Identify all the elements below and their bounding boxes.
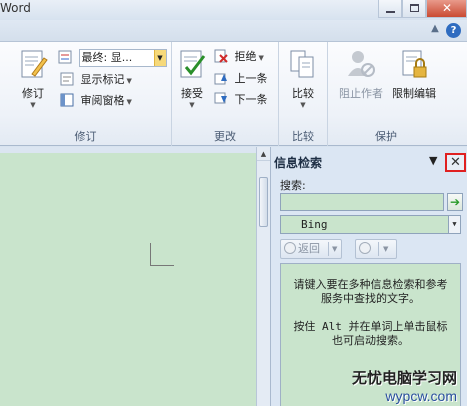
vertical-scrollbar[interactable]: ▲ (256, 147, 270, 406)
pane-options-icon[interactable]: ▼ (429, 154, 437, 167)
changes-group: 接受 ▼ 拒绝 ▼ 上一条 下一条 更改 (172, 42, 279, 146)
accept-icon (180, 50, 206, 78)
changes-group-label: 更改 (214, 130, 236, 143)
restrict-editing-icon (402, 50, 427, 78)
display-for-review-row: 最终: 显... ▼ (58, 48, 167, 68)
protect-group: 阻止作者 限制编辑 保护 (328, 42, 444, 146)
minimize-ribbon-icon[interactable]: ▲ (428, 23, 442, 37)
reference-source-select[interactable]: Bing ▼ (280, 215, 461, 234)
split-divider (378, 242, 379, 256)
search-input[interactable] (280, 193, 444, 211)
scroll-thumb[interactable] (259, 177, 268, 227)
chevron-down-icon: ▼ (126, 98, 132, 106)
next-change-label: 下一条 (234, 93, 268, 106)
accept-button[interactable]: 接受 ▼ (174, 46, 210, 116)
chevron-down-icon[interactable]: ▼ (332, 240, 337, 258)
back-label: 返回 (298, 242, 320, 255)
show-markup-icon (60, 72, 74, 86)
compare-icon (290, 50, 314, 78)
block-authors-button[interactable]: 阻止作者 (336, 46, 386, 116)
ribbon: 修订 ▼ 最终: 显... ▼ 显示标记 ▼ 审阅窗格 ▼ 修订 接受 ▼ 拒绝… (0, 42, 467, 146)
maximize-button[interactable] (402, 0, 426, 18)
help-text-search: 请键入要在多种信息检索和参考服务中查找的文字。 (293, 278, 448, 305)
reviewing-pane-button[interactable]: 审阅窗格 ▼ (60, 91, 132, 111)
display-for-review-value: 最终: 显... (81, 51, 133, 64)
block-authors-icon (348, 51, 375, 77)
scroll-up-icon[interactable]: ▲ (257, 147, 270, 161)
previous-change-label: 上一条 (234, 72, 268, 85)
chevron-down-icon[interactable]: ▼ (448, 216, 460, 233)
close-pane-button[interactable]: ✕ (445, 153, 466, 172)
compare-group: 比较 ▼ 比较 (279, 42, 328, 146)
page-corner-mark (150, 243, 174, 266)
search-label: 搜索: (280, 179, 306, 192)
forward-arrow-icon (359, 242, 371, 254)
display-review-icon (58, 50, 72, 64)
compare-button[interactable]: 比较 ▼ (285, 46, 321, 116)
back-button[interactable]: 返回 ▼ (280, 239, 342, 259)
window-title: Word (0, 1, 31, 15)
reject-icon (214, 49, 228, 63)
compare-label: 比较 (292, 87, 314, 100)
close-window-button[interactable]: ✕ (426, 0, 467, 18)
track-changes-button[interactable]: 修订 ▼ (15, 46, 51, 116)
back-arrow-icon (284, 242, 296, 254)
restrict-editing-button[interactable]: 限制编辑 (388, 46, 440, 116)
track-changes-label: 修订 (22, 87, 44, 100)
split-divider (328, 242, 329, 256)
start-search-button[interactable]: ➔ (447, 193, 463, 211)
next-change-icon (214, 92, 227, 104)
reject-button[interactable]: 拒绝 ▼ (214, 47, 264, 67)
chevron-down-icon: ▼ (300, 101, 306, 109)
chevron-down-icon: ▼ (258, 54, 264, 62)
forward-button[interactable]: ▼ (355, 239, 397, 259)
watermark-url: wypcw.com (385, 388, 457, 404)
display-for-review-combo[interactable]: 最终: 显... ▼ (78, 49, 167, 67)
help-icon[interactable]: ? (446, 23, 461, 38)
reference-source-value: Bing (301, 218, 328, 231)
watermark: 无忧电脑学习网 wypcw.com (352, 367, 457, 404)
chevron-down-icon[interactable]: ▼ (153, 50, 166, 66)
protect-group-label: 保护 (375, 130, 397, 143)
document-canvas[interactable] (0, 153, 256, 406)
reviewing-pane-label: 审阅窗格 (80, 94, 125, 107)
reviewing-pane-icon (60, 93, 74, 107)
previous-change-icon (214, 73, 227, 85)
accept-label: 接受 (181, 87, 203, 100)
restrict-editing-label: 限制编辑 (392, 87, 436, 100)
track-changes-icon (21, 50, 48, 78)
chevron-down-icon: ▼ (126, 77, 132, 85)
previous-change-button[interactable]: 上一条 (214, 69, 268, 89)
show-markup-button[interactable]: 显示标记 ▼ (60, 70, 132, 90)
chevron-down-icon[interactable]: ▼ (383, 240, 388, 258)
research-pane-title: 信息检索 (274, 156, 323, 170)
show-markup-label: 显示标记 (80, 73, 125, 86)
chevron-down-icon: ▼ (189, 101, 195, 109)
track-group: 修订 ▼ 最终: 显... ▼ 显示标记 ▼ 审阅窗格 ▼ 修订 (0, 42, 172, 146)
next-change-button[interactable]: 下一条 (214, 90, 268, 110)
chevron-down-icon: ▼ (30, 101, 36, 109)
help-text-alt-click: 按住 Alt 并在单词上单击鼠标也可启动搜索。 (293, 320, 448, 347)
track-group-label: 修订 (74, 130, 97, 143)
reject-label: 拒绝 (234, 50, 257, 63)
watermark-title: 无忧电脑学习网 (351, 369, 457, 387)
ribbon-tab-bar: ▲ ? (0, 20, 467, 42)
block-authors-label: 阻止作者 (339, 87, 383, 100)
minimize-button[interactable] (378, 0, 402, 18)
research-pane-header: 信息检索 ▼ ✕ (271, 151, 467, 172)
compare-group-label: 比较 (292, 130, 314, 143)
title-bar: Word ✕ (0, 0, 467, 20)
